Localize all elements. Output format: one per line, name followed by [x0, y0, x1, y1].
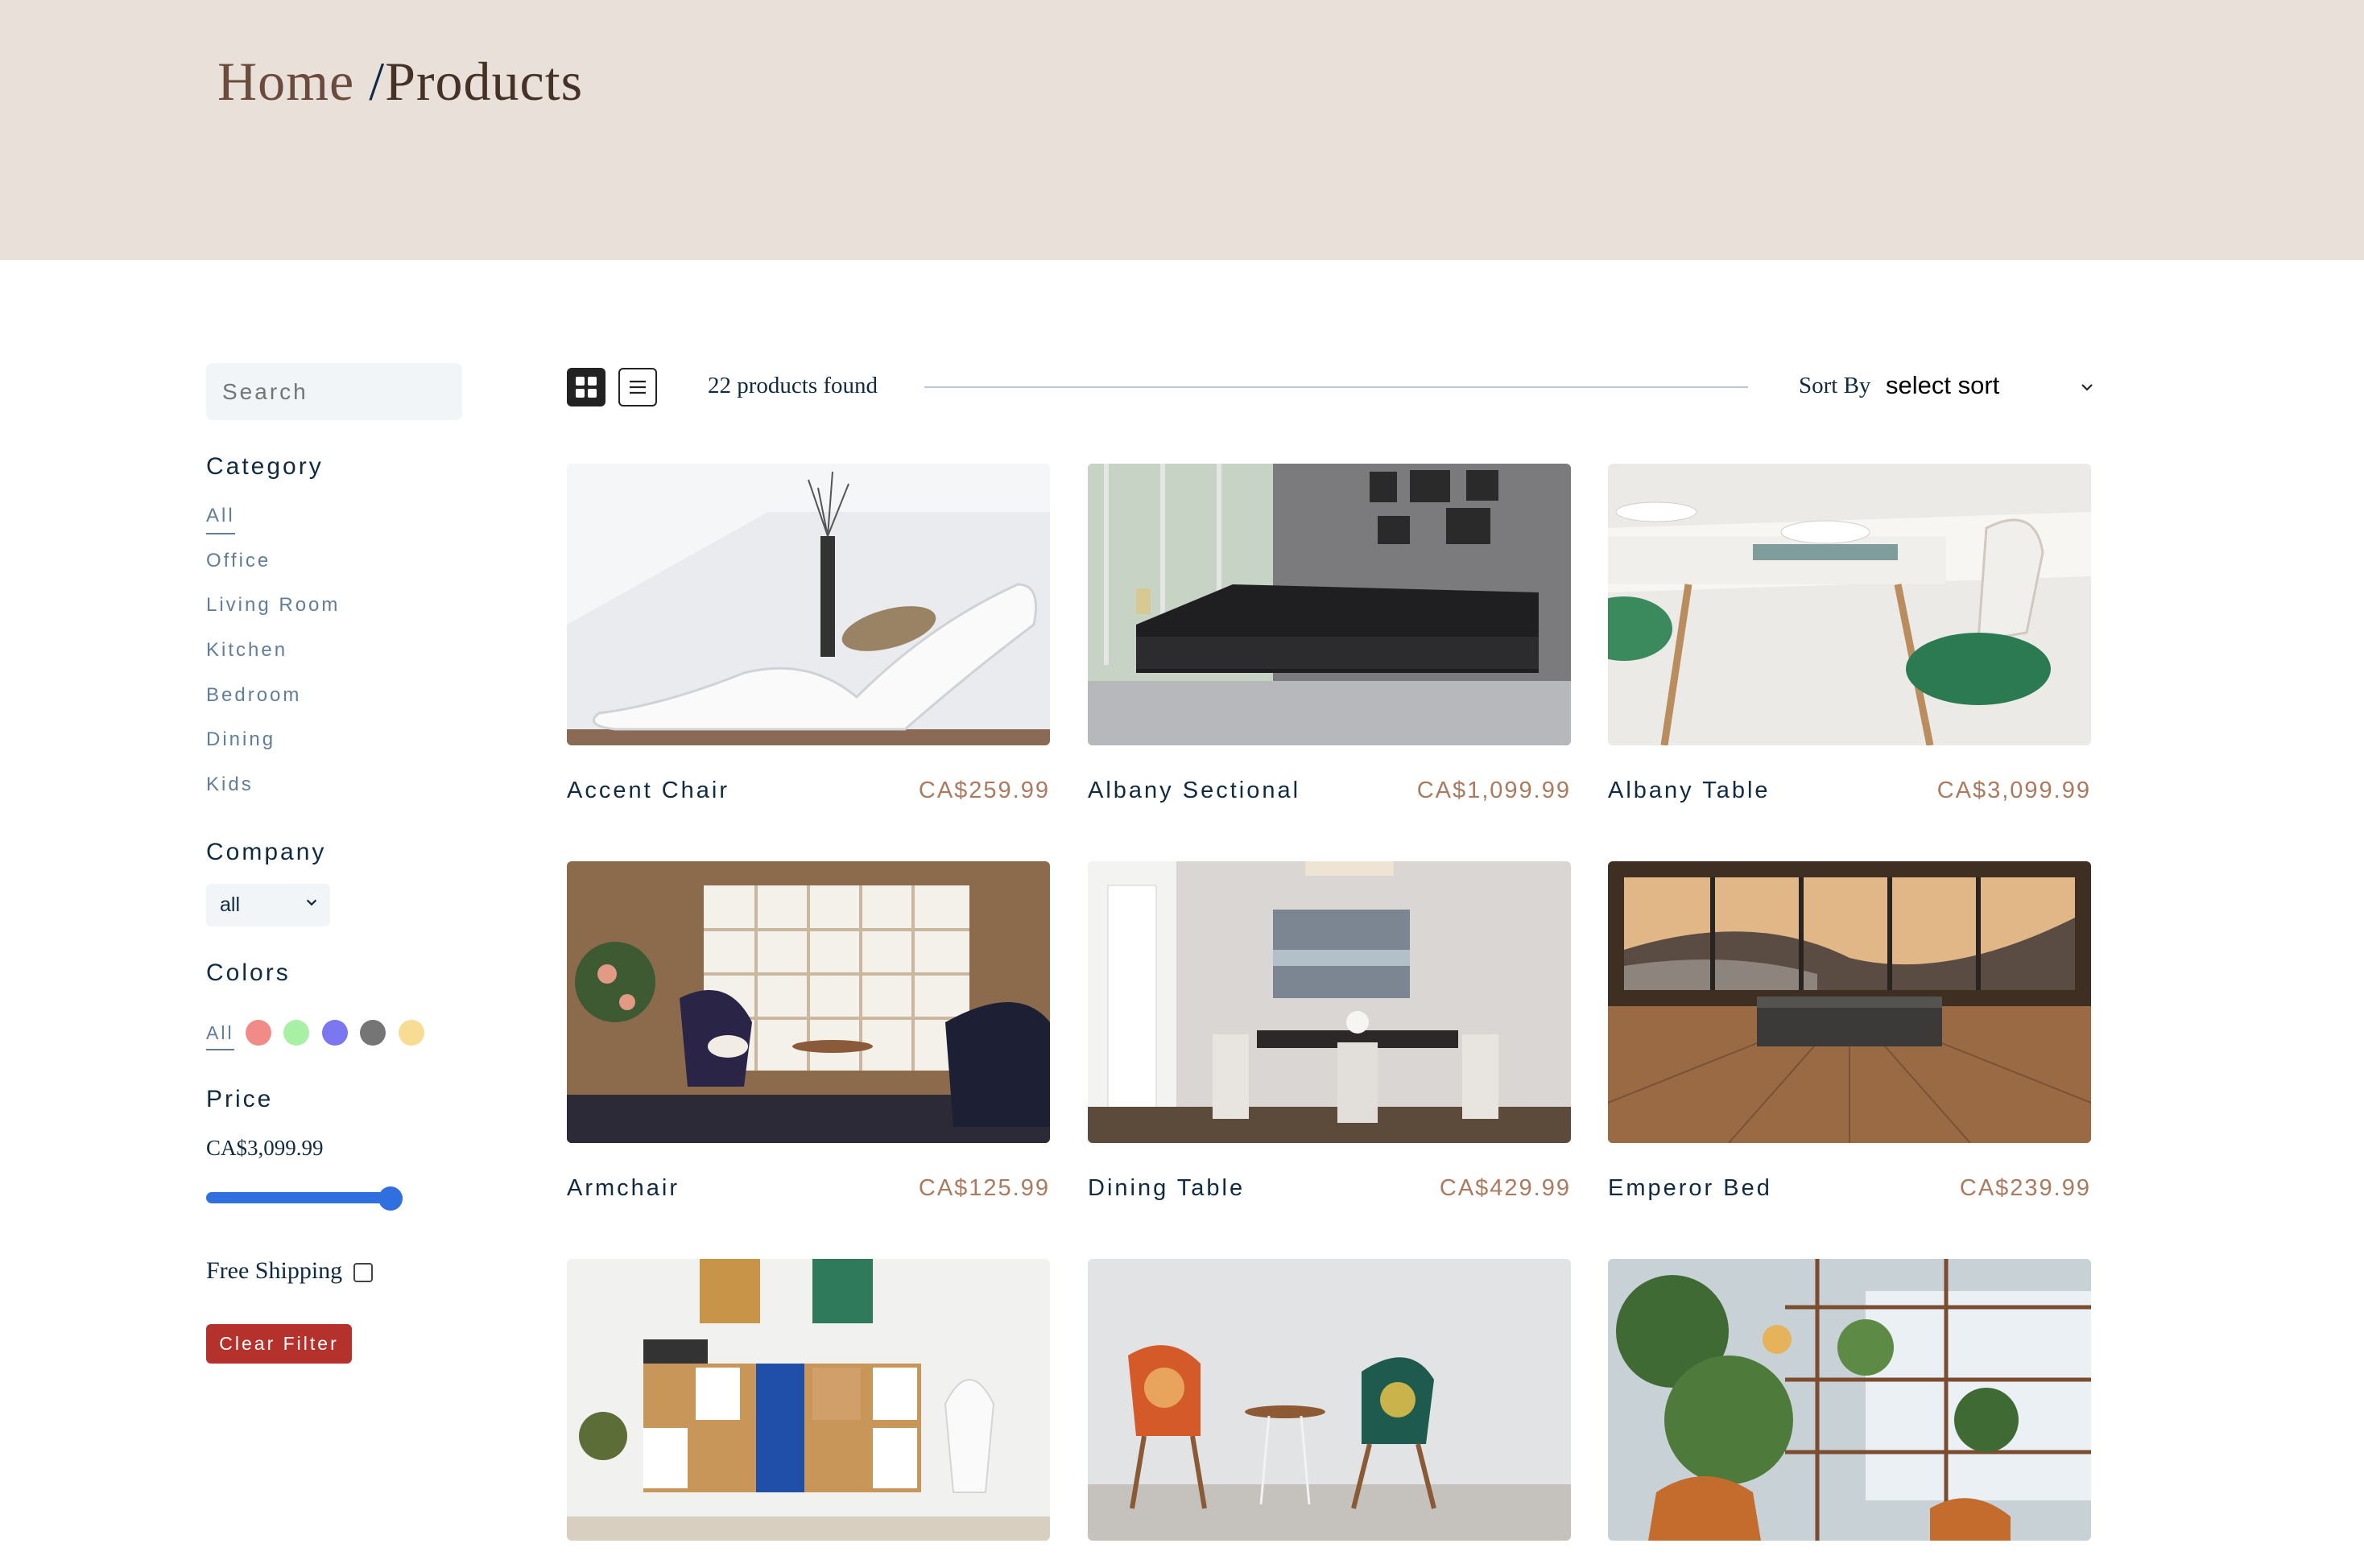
category-label: Office	[206, 549, 271, 571]
patterned-chairs-photo[interactable]	[1088, 1259, 1571, 1541]
free-shipping-checkbox[interactable]	[353, 1263, 373, 1282]
product-name: Albany Table	[1608, 778, 1771, 803]
breadcrumb: Home /Products	[217, 50, 583, 113]
category-label: Bedroom	[206, 683, 302, 706]
grid-view-button[interactable]	[567, 368, 605, 406]
product-price: CA$239.99	[1959, 1175, 2091, 1201]
category-label: Living Room	[206, 594, 341, 617]
page-hero: Home /Products	[0, 0, 2364, 260]
products-found-count: 22 products found	[708, 373, 878, 398]
free-shipping-label: Free Shipping	[206, 1257, 343, 1284]
category-item-office[interactable]: Office	[206, 549, 340, 594]
breadcrumb-current: Products	[385, 51, 584, 112]
product-name: Accent Chair	[567, 778, 730, 803]
list-view-button[interactable]	[618, 368, 657, 406]
company-selected-value: all	[220, 893, 241, 916]
sort-selected-value: select sort	[1886, 371, 2000, 399]
category-item-kitchen[interactable]: Kitchen	[206, 638, 340, 683]
category-item-kids[interactable]: Kids	[206, 773, 340, 818]
dining-table-setting-photo[interactable]	[1608, 464, 2091, 745]
black-sectional-sofa-photo[interactable]	[1088, 464, 1571, 745]
list-icon	[630, 380, 646, 394]
color-swatch-green[interactable]	[283, 1020, 310, 1046]
product-price: CA$125.99	[918, 1175, 1050, 1201]
product-price: CA$429.99	[1439, 1175, 1571, 1201]
color-swatches: All	[206, 1017, 436, 1050]
price-slider-handle[interactable]	[378, 1186, 403, 1211]
breadcrumb-separator: /	[369, 51, 386, 112]
toolbar-divider	[924, 386, 1748, 388]
category-label: All	[206, 505, 235, 534]
category-label: Dining	[206, 728, 276, 751]
search-input[interactable]	[206, 363, 462, 420]
bedroom-mountain-view-photo[interactable]	[1608, 861, 2091, 1143]
grid-icon	[576, 377, 597, 398]
category-label: Kids	[206, 774, 254, 796]
category-label: Kitchen	[206, 639, 288, 662]
product-name: Albany Sectional	[1088, 778, 1301, 803]
white-lounge-chair-photo[interactable]	[567, 464, 1050, 745]
color-swatch-red[interactable]	[245, 1020, 271, 1046]
armchairs-bookshelf-photo[interactable]	[567, 861, 1050, 1143]
cabinet-shelving-photo[interactable]	[567, 1259, 1050, 1541]
product-price: CA$259.99	[918, 778, 1050, 803]
price-slider-track[interactable]	[206, 1192, 403, 1203]
price-value: CA$3,099.99	[206, 1136, 324, 1160]
color-swatch-gray[interactable]	[360, 1020, 386, 1046]
clear-filter-button[interactable]: Clear Filter	[206, 1324, 352, 1364]
price-title: Price	[206, 1086, 274, 1112]
company-title: Company	[206, 839, 327, 865]
color-swatch-blue[interactable]	[321, 1020, 348, 1046]
color-all-button[interactable]: All	[206, 1022, 234, 1050]
sort-label: Sort By	[1799, 373, 1871, 398]
color-swatch-yellow[interactable]	[398, 1020, 424, 1046]
category-item-bedroom[interactable]: Bedroom	[206, 683, 340, 728]
product-name: Emperor Bed	[1608, 1175, 1772, 1201]
category-list: All Office Living Room Kitchen Bedroom D…	[206, 504, 340, 818]
dining-room-photo[interactable]	[1088, 861, 1571, 1143]
category-item-living-room[interactable]: Living Room	[206, 593, 340, 638]
category-title: Category	[206, 453, 324, 480]
company-select[interactable]: all	[206, 884, 330, 926]
colors-title: Colors	[206, 959, 291, 986]
product-name: Dining Table	[1088, 1175, 1246, 1201]
product-price: CA$3,099.99	[1936, 778, 2091, 803]
product-name: Armchair	[567, 1175, 680, 1201]
sort-select[interactable]: select sort	[1886, 371, 2095, 403]
chevron-down-icon	[2081, 384, 2093, 391]
breadcrumb-home-link[interactable]: Home	[217, 51, 354, 112]
category-item-all[interactable]: All	[206, 504, 340, 549]
chevron-down-icon	[306, 899, 317, 906]
plants-shelf-photo[interactable]	[1608, 1259, 2091, 1541]
category-item-dining[interactable]: Dining	[206, 728, 340, 773]
product-price: CA$1,099.99	[1416, 778, 1571, 803]
